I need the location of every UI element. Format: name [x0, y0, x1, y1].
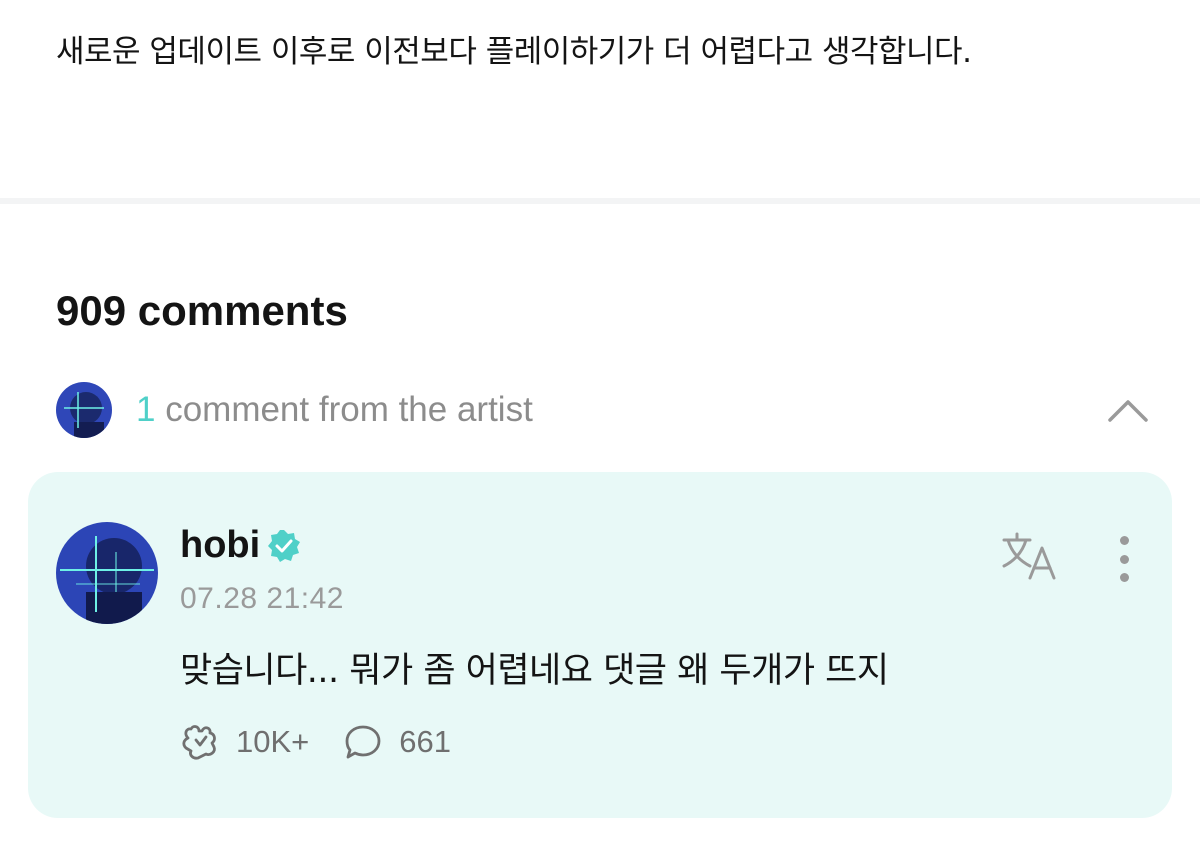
artist-mini-avatar — [56, 382, 112, 438]
artist-comments-label: 1 comment from the artist — [136, 390, 533, 430]
verified-badge-icon — [268, 529, 301, 562]
post-body-text: 새로운 업데이트 이후로 이전보다 플레이하기가 더 어렵다고 생각합니다. — [56, 34, 972, 70]
collapse-button[interactable] — [1104, 386, 1152, 434]
more-vertical-icon — [1119, 536, 1129, 545]
artist-comments-toggle-row[interactable]: 1 comment from the artist — [56, 380, 1152, 440]
comment-stats: 10K+ 661 — [180, 720, 451, 764]
comment-author: hobi — [180, 524, 302, 567]
comment-text: 맞습니다... 뭐가 좀 어렵네요 댓글 왜 두개가 뜨지 — [180, 651, 889, 691]
username[interactable]: hobi — [180, 524, 260, 567]
like-count: 10K+ — [236, 724, 310, 759]
artist-comment-count: 1 — [136, 390, 156, 429]
chevron-up-icon — [1108, 400, 1148, 422]
translate-button[interactable] — [1000, 530, 1062, 584]
comment-timestamp: 07.28 21:42 — [180, 582, 344, 615]
artist-comment-card: hobi 07.28 21:42 맞습니다... 뭐가 좀 어렵네요 댓글 왜 … — [28, 472, 1172, 818]
translate-icon — [1002, 532, 1056, 580]
reply-count: 661 — [399, 724, 451, 759]
section-divider — [0, 198, 1200, 204]
reply-bubble-icon — [345, 725, 381, 759]
comments-count-heading: 909 comments — [56, 287, 348, 334]
reply-button[interactable]: 661 — [343, 722, 451, 762]
like-button[interactable]: 10K+ — [180, 722, 309, 762]
avatar[interactable] — [56, 522, 158, 624]
artist-comment-label-text: comment from the artist — [155, 390, 533, 429]
like-icon — [182, 725, 216, 760]
more-options-button[interactable] — [1106, 532, 1142, 586]
